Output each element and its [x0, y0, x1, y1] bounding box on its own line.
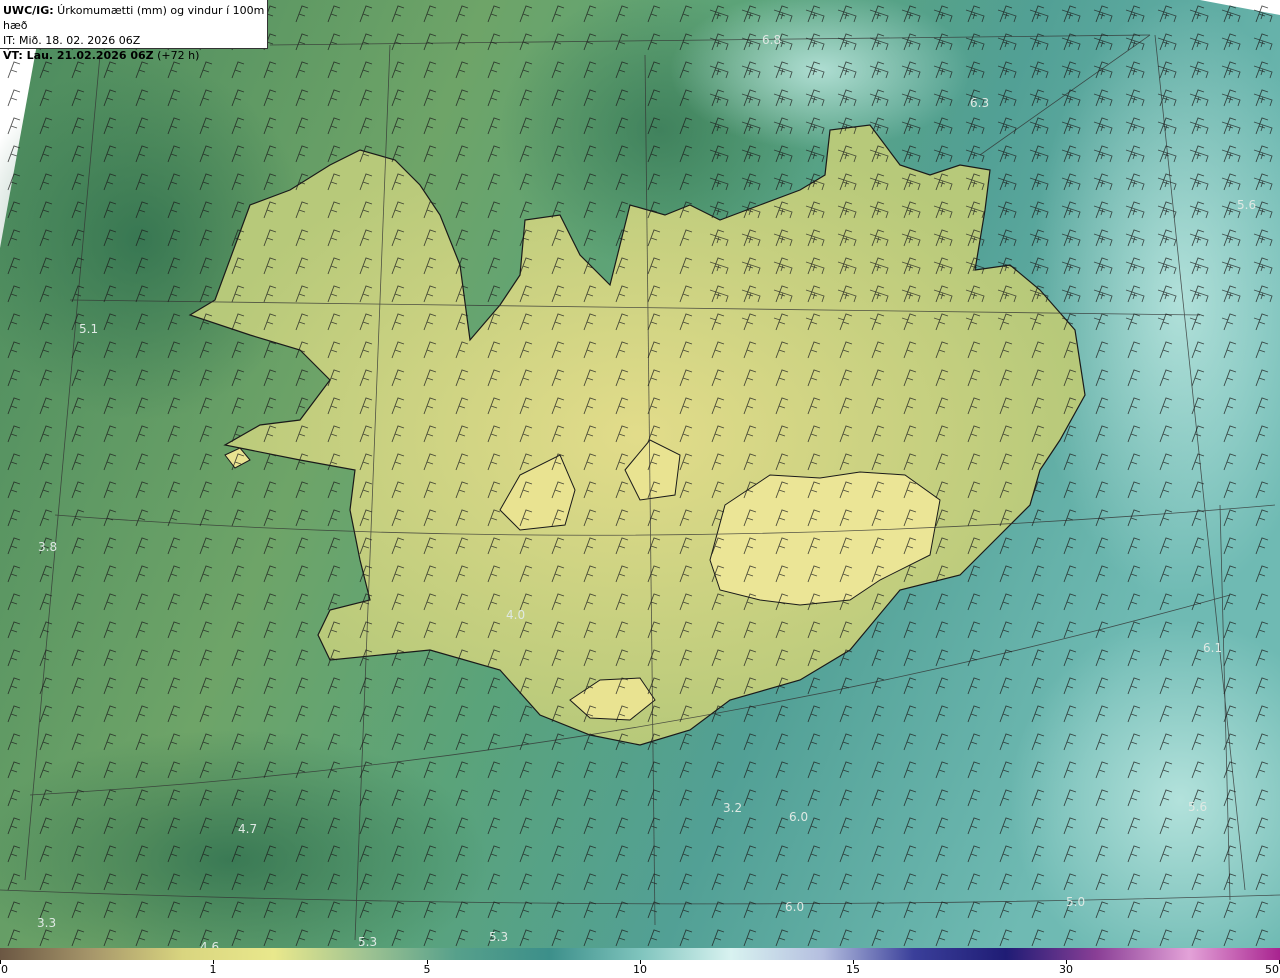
- map-value: 5.3: [489, 930, 508, 944]
- map-value: 5.3: [358, 935, 377, 948]
- map-view[interactable]: 6.8 6.3 5.6 5.1 3.8 4.0 6.1 3.2 6.0 5.6 …: [0, 0, 1280, 948]
- map-value: 5.1: [79, 322, 98, 336]
- colorbar-label: 5: [423, 963, 431, 976]
- colorbar: 0 1 5 10 15 30 50: [0, 948, 1280, 978]
- map-value: 5.6: [1237, 198, 1256, 212]
- colorbar-label: 0: [1, 963, 8, 976]
- map-value: 5.0: [1066, 895, 1085, 909]
- model-name: UWC/IG:: [3, 4, 54, 17]
- map-value: 6.0: [789, 810, 808, 824]
- map-canvas: 6.8 6.3 5.6 5.1 3.8 4.0 6.1 3.2 6.0 5.6 …: [0, 0, 1280, 948]
- map-value: 4.0: [506, 608, 525, 622]
- map-value: 6.8: [762, 33, 781, 47]
- map-value: 3.8: [38, 540, 57, 554]
- colorbar-strip: [0, 948, 1280, 960]
- valid-time-line: VT: Lau. 21.02.2026 06Z (+72 h): [3, 48, 267, 63]
- map-value: 4.7: [238, 822, 257, 836]
- map-value: 6.1: [1203, 641, 1222, 655]
- forecast-offset: (+72 h): [153, 49, 200, 62]
- map-value: 3.3: [37, 916, 56, 930]
- colorbar-label: 15: [846, 963, 860, 976]
- colorbar-label: 50: [1265, 963, 1279, 976]
- colorbar-label: 1: [209, 963, 217, 976]
- map-value: 6.3: [970, 96, 989, 110]
- map-value: 4.6: [200, 940, 219, 948]
- map-value: 5.6: [1188, 800, 1207, 814]
- map-value: 3.2: [723, 801, 742, 815]
- init-time: IT: Mið. 18. 02. 2026 06Z: [3, 34, 141, 47]
- info-box: UWC/IG: Úrkomumætti (mm) og vindur í 100…: [0, 0, 268, 62]
- colorbar-label: 10: [633, 963, 647, 976]
- map-value: 6.0: [785, 900, 804, 914]
- title-line: UWC/IG: Úrkomumætti (mm) og vindur í 100…: [3, 3, 267, 33]
- colorbar-label: 30: [1059, 963, 1073, 976]
- valid-time: VT: Lau. 21.02.2026 06Z: [3, 49, 154, 62]
- wind-barbs-northeast: [700, 0, 1280, 320]
